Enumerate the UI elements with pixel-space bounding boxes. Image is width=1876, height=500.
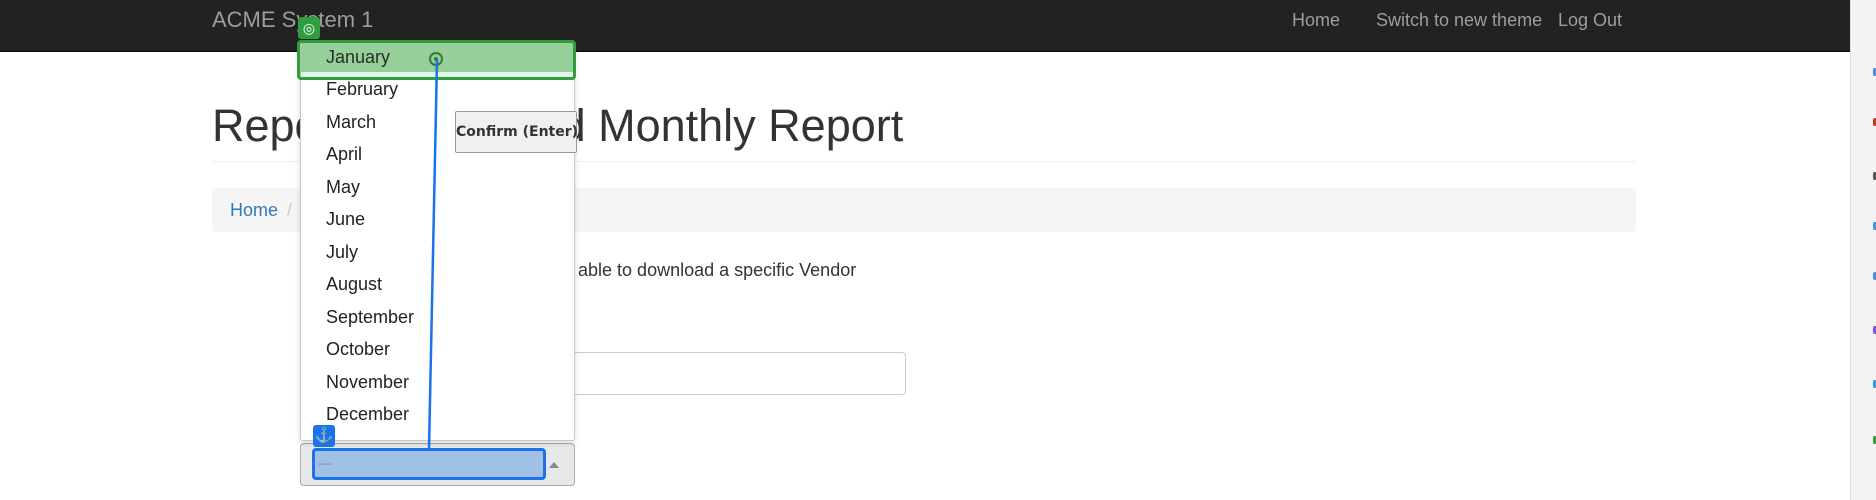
right-edge-sidebar [1850, 0, 1876, 500]
option-may[interactable]: May [301, 172, 574, 202]
drag-path-line [427, 59, 439, 450]
target-icon: ◎ [298, 17, 320, 39]
confirm-tooltip[interactable]: Confirm (Enter) [455, 111, 578, 153]
top-navbar: ACME System 1 Home Switch to new theme L… [0, 0, 1850, 52]
option-october[interactable]: October [301, 334, 574, 364]
anchor-icon: ⚓ [313, 425, 335, 447]
breadcrumb-separator: / [287, 200, 293, 220]
breadcrumb-home-link[interactable]: Home [230, 200, 278, 220]
page-title-right: d Monthly Report [560, 100, 904, 151]
option-july[interactable]: July [301, 237, 574, 267]
crosshair-icon [429, 52, 443, 66]
description-text: e able to download a specific Vendor [563, 260, 857, 280]
nav-link-switch-theme[interactable]: Switch to new theme [1376, 8, 1542, 32]
option-december[interactable]: December [301, 399, 574, 429]
nav-link-home[interactable]: Home [1292, 8, 1340, 32]
month-select-value: ---- [318, 458, 333, 470]
select-focus-highlight [312, 448, 546, 480]
option-june[interactable]: June [301, 204, 574, 234]
nav-link-log-out[interactable]: Log Out [1558, 8, 1622, 32]
option-november[interactable]: November [301, 367, 574, 397]
option-august[interactable]: August [301, 269, 574, 299]
option-september[interactable]: September [301, 302, 574, 332]
caret-up-icon [549, 462, 559, 468]
brand-title[interactable]: ACME System 1 [212, 8, 373, 32]
month-dropdown-list: January February March April May June Ju… [300, 40, 575, 441]
